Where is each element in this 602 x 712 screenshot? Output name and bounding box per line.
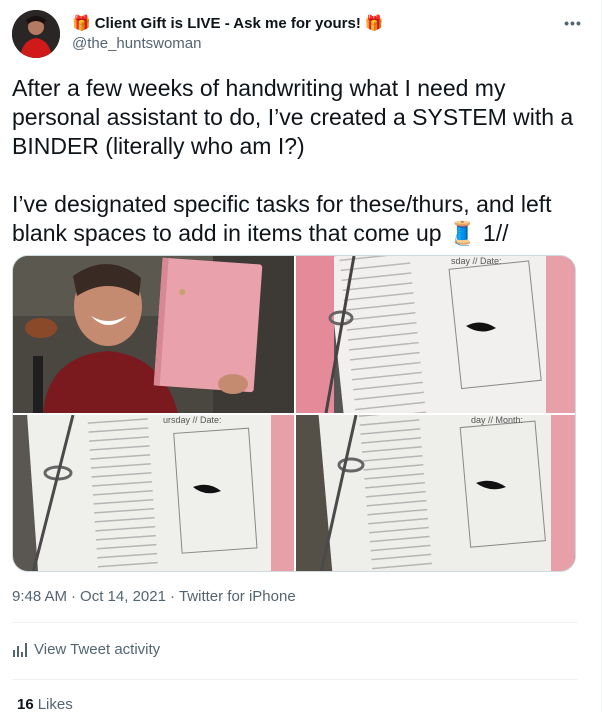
- likes-label: Likes: [37, 696, 73, 712]
- photo-3[interactable]: ursday // Date:: [13, 415, 294, 571]
- separator: ·: [71, 588, 77, 605]
- tweet-time[interactable]: 9:48 AM: [12, 588, 67, 605]
- likes-count[interactable]: 16 Likes: [17, 696, 73, 712]
- tweet-card: 🎁 Client Gift is LIVE - Ask me for yours…: [0, 0, 602, 712]
- divider: [12, 679, 578, 680]
- photo-2-page-header: sday // Date:: [451, 256, 502, 266]
- analytics-icon: [13, 642, 27, 657]
- handle[interactable]: @the_huntswoman: [72, 35, 201, 52]
- avatar-image: [12, 10, 60, 58]
- view-activity-label: View Tweet activity: [34, 641, 161, 658]
- tweet-text-paragraph-1: After a few weeks of handwriting what I …: [12, 75, 574, 159]
- gift-icon: 🎁: [364, 15, 384, 32]
- photo-3-page-header: ursday // Date:: [163, 415, 222, 425]
- divider: [12, 622, 578, 623]
- photo-1[interactable]: [13, 256, 294, 413]
- gift-icon: 🎁: [72, 15, 91, 32]
- tweet-text: After a few weeks of handwriting what I …: [12, 74, 582, 248]
- tweet-text-paragraph-2: I’ve designated specific tasks for these…: [12, 191, 552, 246]
- more-options-button[interactable]: •••: [562, 12, 584, 34]
- media-grid: sday // Date: ursday // Date: day // Mon…: [12, 255, 576, 572]
- tweet-header: 🎁 Client Gift is LIVE - Ask me for yours…: [12, 10, 590, 62]
- photo-2[interactable]: sday // Date:: [296, 256, 575, 413]
- photo-1-image: [13, 256, 294, 413]
- photo-4-image: day // Month:: [296, 415, 575, 571]
- tweet-source[interactable]: Twitter for iPhone: [179, 588, 296, 605]
- photo-4[interactable]: day // Month:: [296, 415, 575, 571]
- photo-2-image: sday // Date:: [296, 256, 575, 413]
- tweet-meta: 9:48 AM · Oct 14, 2021 · Twitter for iPhone: [12, 588, 296, 605]
- separator: ·: [169, 588, 175, 605]
- likes-number: 16: [17, 696, 34, 712]
- photo-3-image: ursday // Date:: [13, 415, 294, 571]
- display-name-row[interactable]: 🎁 Client Gift is LIVE - Ask me for yours…: [72, 14, 384, 33]
- display-name[interactable]: Client Gift is LIVE - Ask me for yours!: [95, 15, 361, 32]
- avatar[interactable]: [12, 10, 60, 58]
- view-activity-button[interactable]: View Tweet activity: [12, 641, 160, 658]
- tweet-date[interactable]: Oct 14, 2021: [80, 588, 166, 605]
- photo-4-page-header: day // Month:: [471, 415, 523, 425]
